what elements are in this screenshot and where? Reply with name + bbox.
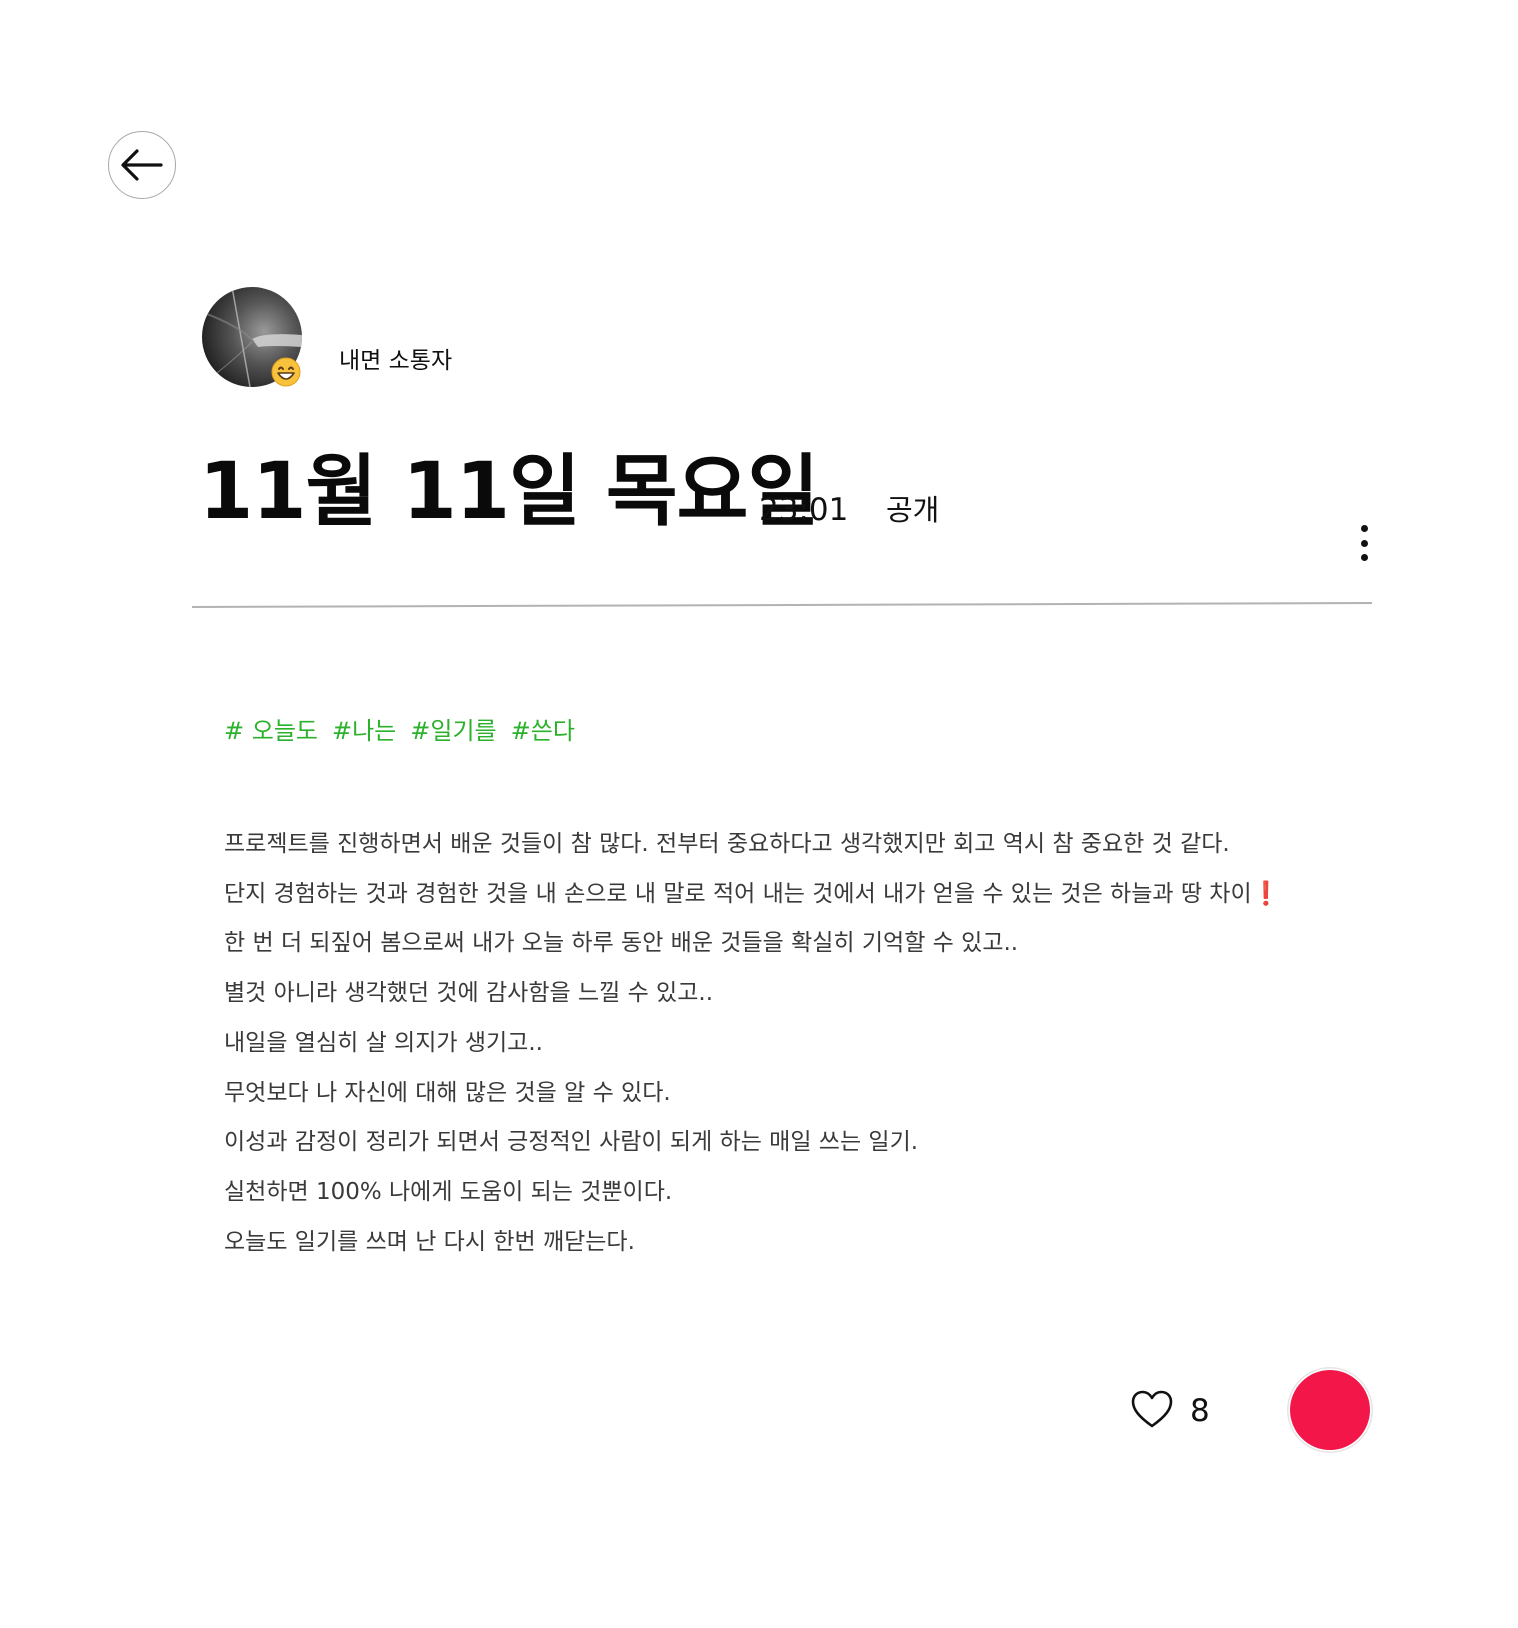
tag-item[interactable]: # 오늘도	[224, 714, 318, 748]
entry-body: 프로젝트를 진행하면서 배운 것들이 참 많다. 전부터 중요하다고 생각했지만…	[224, 820, 1374, 1267]
red-circle-button[interactable]	[1290, 1370, 1370, 1450]
body-line: 내일을 열심히 살 의지가 생기고..	[224, 1029, 543, 1056]
tag-item[interactable]: #쓴다	[511, 714, 575, 748]
body-line: 단지 경험하는 것과 경험한 것을 내 손으로 내 말로 적어 내는 것에서 내…	[224, 870, 1374, 920]
body-line: 별것 아니라 생각했던 것에 감사함을 느낄 수 있고..	[224, 980, 713, 1007]
divider	[191, 602, 1373, 608]
body-line: 한 번 더 되짚어 봄으로써 내가 오늘 하루 동안 배운 것들을 확실히 기억…	[224, 930, 1019, 957]
like-count: 8	[1190, 1393, 1210, 1429]
body-line: 실천하면 100% 나에게 도움이 되는 것뿐이다.	[224, 1178, 673, 1205]
body-line: 이성과 감정이 정리가 되면서 긍정적인 사람이 되게 하는 매일 쓰는 일기.	[224, 1129, 919, 1156]
body-line: 무엇보다 나 자신에 대해 많은 것을 알 수 있다.	[224, 1079, 671, 1106]
body-line: 프로젝트를 진행하면서 배운 것들이 참 많다. 전부터 중요하다고 생각했지만…	[224, 831, 1230, 857]
body-line: 오늘도 일기를 쓰며 난 다시 한번 깨닫는다.	[224, 1228, 635, 1255]
heart-outline-icon[interactable]	[1130, 1389, 1174, 1429]
body-line-text: 단지 경험하는 것과 경험한 것을 내 손으로 내 말로 적어 내는 것에서 내…	[224, 880, 1252, 907]
tag-list: # 오늘도 #나는 #일기를 #쓴다	[224, 714, 575, 748]
tag-item[interactable]: #나는	[332, 714, 396, 748]
tag-item[interactable]: #일기를	[410, 714, 496, 748]
exclamation-emoji: ❗	[1251, 880, 1281, 907]
